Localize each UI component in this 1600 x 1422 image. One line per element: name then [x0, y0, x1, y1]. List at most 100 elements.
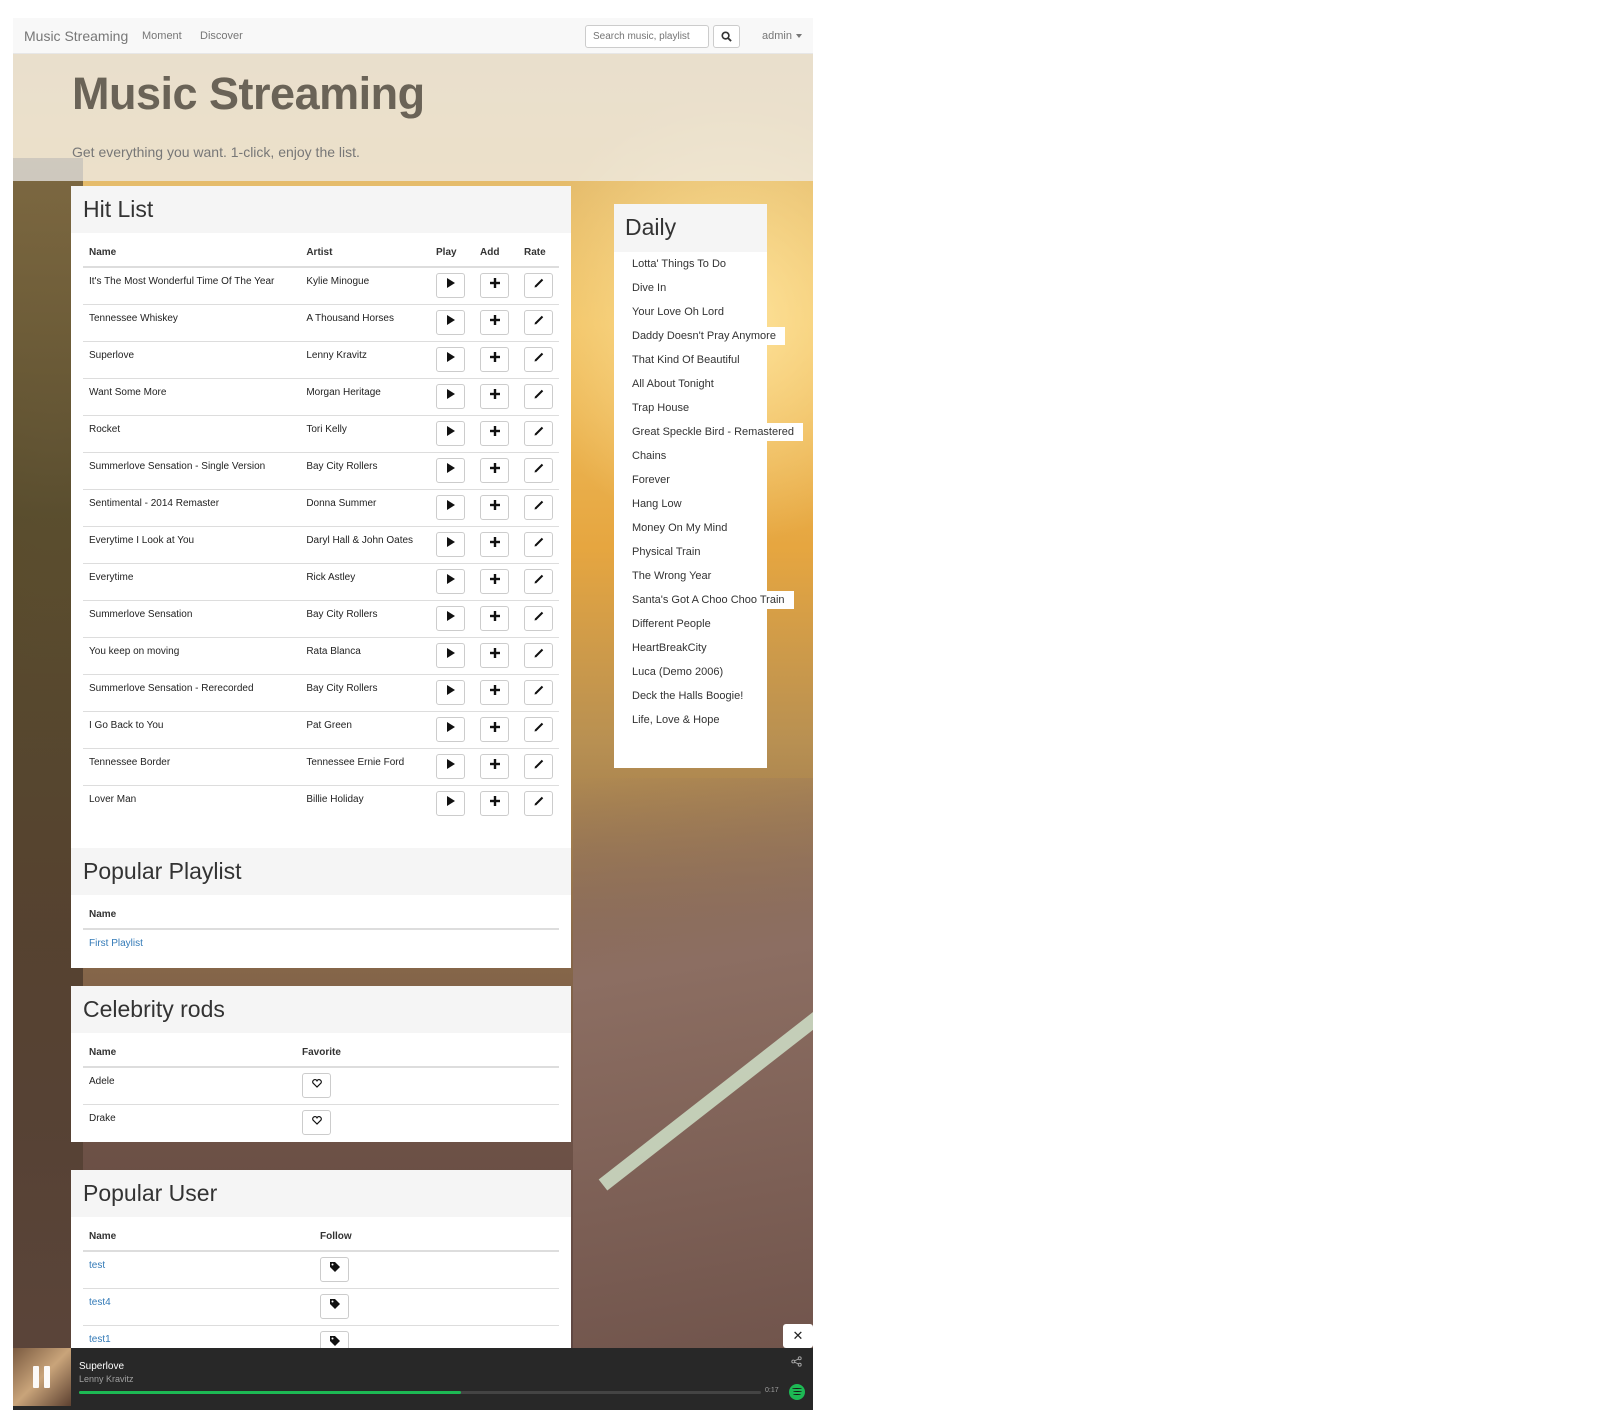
follow-button[interactable]	[320, 1294, 349, 1319]
follow-button[interactable]	[320, 1257, 349, 1283]
rate-button[interactable]	[524, 273, 553, 299]
spotify-icon[interactable]	[789, 1384, 805, 1400]
add-button[interactable]	[480, 347, 509, 372]
playlist-link[interactable]: First Playlist	[83, 929, 559, 966]
daily-item[interactable]: Physical Train	[623, 543, 710, 561]
search-icon	[721, 31, 732, 42]
column-header-name: Name	[83, 895, 559, 930]
rate-button[interactable]	[524, 458, 553, 483]
play-button[interactable]	[436, 458, 466, 483]
plus-icon	[489, 796, 500, 807]
navbar-brand[interactable]: Music Streaming	[24, 28, 128, 44]
add-button[interactable]	[480, 754, 509, 779]
rate-button[interactable]	[524, 606, 553, 631]
user-link[interactable]: test	[83, 1251, 314, 1288]
add-button[interactable]	[480, 458, 509, 483]
daily-item[interactable]: Forever	[623, 471, 679, 489]
pencil-icon	[534, 500, 543, 510]
rate-button[interactable]	[524, 347, 553, 372]
daily-item[interactable]: Deck the Halls Boogie!	[623, 687, 753, 705]
daily-item[interactable]: That Kind Of Beautiful	[623, 351, 749, 369]
search-input[interactable]	[585, 25, 709, 48]
play-button[interactable]	[436, 569, 466, 594]
add-button[interactable]	[480, 421, 509, 446]
play-button[interactable]	[436, 310, 466, 335]
add-button[interactable]	[480, 495, 509, 520]
table-row: Everytime Rick Astley	[83, 562, 559, 600]
column-header-follow: Follow	[314, 1217, 559, 1252]
daily-item[interactable]: Great Speckle Bird - Remastered	[623, 423, 804, 441]
play-button[interactable]	[436, 643, 466, 668]
play-button[interactable]	[436, 754, 466, 779]
daily-item[interactable]: Your Love Oh Lord	[623, 303, 733, 321]
song-name: Tennessee Border	[83, 747, 301, 785]
play-button[interactable]	[436, 495, 466, 520]
rate-button[interactable]	[524, 384, 553, 409]
player-close-button[interactable]: ✕	[783, 1324, 813, 1348]
daily-item[interactable]: Santa's Got A Choo Choo Train	[623, 591, 794, 609]
progress-bar[interactable]	[79, 1391, 761, 1394]
song-name: You keep on moving	[83, 636, 301, 674]
column-header-name: Name	[83, 1033, 296, 1068]
daily-item[interactable]: HeartBreakCity	[623, 639, 716, 657]
user-link[interactable]: test4	[83, 1287, 314, 1325]
column-header-rate: Rate	[518, 233, 559, 268]
search-button[interactable]	[713, 25, 740, 48]
nav-link-moment[interactable]: Moment	[142, 30, 182, 42]
rate-button[interactable]	[524, 310, 553, 335]
favorite-button[interactable]	[302, 1110, 331, 1136]
play-button[interactable]	[436, 532, 466, 557]
play-button[interactable]	[436, 347, 466, 372]
add-button[interactable]	[480, 310, 509, 335]
song-artist: Lenny Kravitz	[300, 340, 431, 378]
play-button[interactable]	[436, 791, 466, 817]
play-button[interactable]	[436, 421, 466, 446]
play-button[interactable]	[436, 606, 466, 631]
tag-icon	[329, 1299, 340, 1309]
share-icon[interactable]	[791, 1356, 802, 1370]
daily-item[interactable]: Trap House	[623, 399, 699, 417]
hit-list-panel: Hit List Name Artist Play Add Rate It's …	[71, 186, 571, 848]
favorite-button[interactable]	[302, 1073, 331, 1099]
add-button[interactable]	[480, 643, 509, 668]
add-button[interactable]	[480, 384, 509, 409]
table-row: You keep on moving Rata Blanca	[83, 636, 559, 674]
song-artist: Daryl Hall & John Oates	[300, 525, 431, 563]
play-button[interactable]	[436, 384, 466, 409]
daily-item[interactable]: Hang Low	[623, 495, 691, 513]
add-button[interactable]	[480, 273, 509, 299]
add-button[interactable]	[480, 791, 509, 817]
add-button[interactable]	[480, 717, 509, 742]
add-button[interactable]	[480, 606, 509, 631]
add-button[interactable]	[480, 569, 509, 594]
rate-button[interactable]	[524, 421, 553, 446]
user-menu[interactable]: admin	[762, 30, 802, 42]
daily-item[interactable]: Lotta' Things To Do	[623, 255, 736, 273]
rate-button[interactable]	[524, 569, 553, 594]
rate-button[interactable]	[524, 643, 553, 668]
daily-item[interactable]: Life, Love & Hope	[623, 711, 729, 729]
rate-button[interactable]	[524, 717, 553, 742]
daily-item[interactable]: Chains	[623, 447, 676, 465]
daily-item[interactable]: Money On My Mind	[623, 519, 737, 537]
rate-button[interactable]	[524, 495, 553, 520]
daily-item[interactable]: Daddy Doesn't Pray Anymore	[623, 327, 785, 345]
play-button[interactable]	[436, 273, 466, 299]
song-artist: Morgan Heritage	[300, 377, 431, 415]
add-button[interactable]	[480, 680, 509, 705]
play-icon	[447, 352, 456, 362]
pause-icon[interactable]	[33, 1366, 51, 1388]
nav-link-discover[interactable]: Discover	[200, 30, 243, 42]
rate-button[interactable]	[524, 680, 553, 705]
rate-button[interactable]	[524, 754, 553, 779]
daily-item[interactable]: Different People	[623, 615, 720, 633]
daily-item[interactable]: Luca (Demo 2006)	[623, 663, 733, 681]
play-button[interactable]	[436, 717, 466, 742]
add-button[interactable]	[480, 532, 509, 557]
play-button[interactable]	[436, 680, 466, 705]
daily-item[interactable]: The Wrong Year	[623, 567, 721, 585]
daily-item[interactable]: Dive In	[623, 279, 676, 297]
daily-item[interactable]: All About Tonight	[623, 375, 723, 393]
rate-button[interactable]	[524, 532, 553, 557]
rate-button[interactable]	[524, 791, 553, 817]
